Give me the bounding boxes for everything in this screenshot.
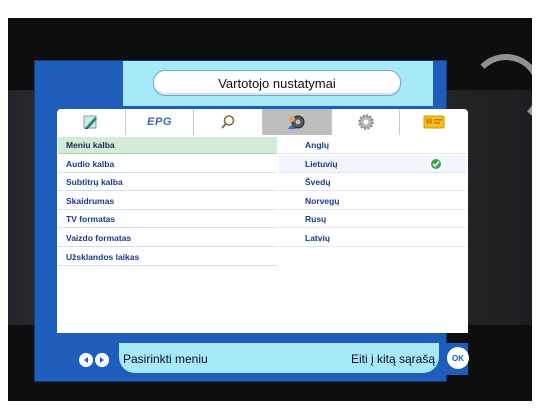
- arrow-right-icon: [95, 353, 109, 367]
- settings-content: Meniu kalba Audio kalba Subtitrų kalba S…: [57, 135, 468, 333]
- tab-bar: EPG: [57, 109, 468, 135]
- language-option[interactable]: Rusų: [279, 211, 467, 229]
- tab-search[interactable]: [194, 109, 264, 135]
- settings-item-transparency[interactable]: Skaidrumas: [58, 192, 277, 210]
- epg-icon: EPG: [147, 116, 172, 128]
- background-logo-icon: [470, 54, 532, 126]
- user-settings-icon: [287, 115, 305, 129]
- tab-smartcard[interactable]: [400, 109, 468, 135]
- arrow-left-icon: [79, 353, 93, 367]
- language-option-label: Švedų: [305, 177, 331, 188]
- left-right-arrows-icon: [79, 353, 119, 367]
- language-option-selected[interactable]: Lietuvių: [279, 155, 467, 173]
- footer-hint-band: Pasirinkti meniu Eiti į kitą sąrašą: [119, 343, 439, 373]
- ok-button-icon: OK: [447, 347, 469, 369]
- language-option-label: Latvių: [305, 232, 331, 243]
- footer-hint-select-menu: Pasirinkti meniu: [123, 352, 208, 366]
- language-option[interactable]: Latvių: [279, 230, 467, 247]
- tab-epg[interactable]: EPG: [126, 109, 195, 135]
- pencil-icon: [83, 115, 97, 129]
- tab-system[interactable]: [332, 109, 401, 135]
- language-option[interactable]: Anglų: [279, 137, 467, 154]
- gear-icon: [357, 114, 374, 130]
- tab-edit[interactable]: [57, 109, 126, 135]
- checkmark-icon: [431, 158, 441, 169]
- settings-item-screensaver-time[interactable]: Užsklandos laikas: [58, 248, 277, 266]
- settings-item-video-format[interactable]: Vaizdo formatas: [58, 229, 277, 247]
- settings-item-subtitle-language[interactable]: Subtitrų kalba: [58, 174, 277, 192]
- smartcard-icon: [423, 115, 445, 129]
- magnifier-icon: [221, 115, 235, 129]
- footer-bar: Pasirinkti meniu Eiti į kitą sąrašą OK: [57, 343, 469, 375]
- tv-screen: Vartotojo nustatymai EPG Meniu kalba Aud…: [8, 18, 532, 401]
- footer-hint-next-list: Eiti į kitą sąrašą: [350, 352, 435, 366]
- language-option-label: Norvegų: [305, 195, 340, 206]
- language-option-label: Anglų: [305, 140, 330, 150]
- page-title: Vartotojo nustatymai: [153, 70, 401, 96]
- settings-menu-panel: Vartotojo nustatymai EPG Meniu kalba Aud…: [34, 60, 469, 382]
- settings-item-menu-language[interactable]: Meniu kalba: [58, 137, 277, 154]
- language-option[interactable]: Norvegų: [279, 193, 467, 210]
- settings-list: Meniu kalba Audio kalba Subtitrų kalba S…: [58, 137, 277, 267]
- language-options-list: Anglų Lietuvių Švedų Norvegų Rusų Latvių: [279, 137, 467, 249]
- language-option-label: Rusų: [305, 214, 327, 225]
- settings-item-audio-language[interactable]: Audio kalba: [58, 155, 277, 173]
- tab-user-settings[interactable]: [263, 109, 332, 135]
- language-option[interactable]: Švedų: [279, 174, 467, 192]
- settings-item-tv-format[interactable]: TV formatas: [58, 211, 277, 229]
- language-option-label: Lietuvių: [305, 158, 338, 169]
